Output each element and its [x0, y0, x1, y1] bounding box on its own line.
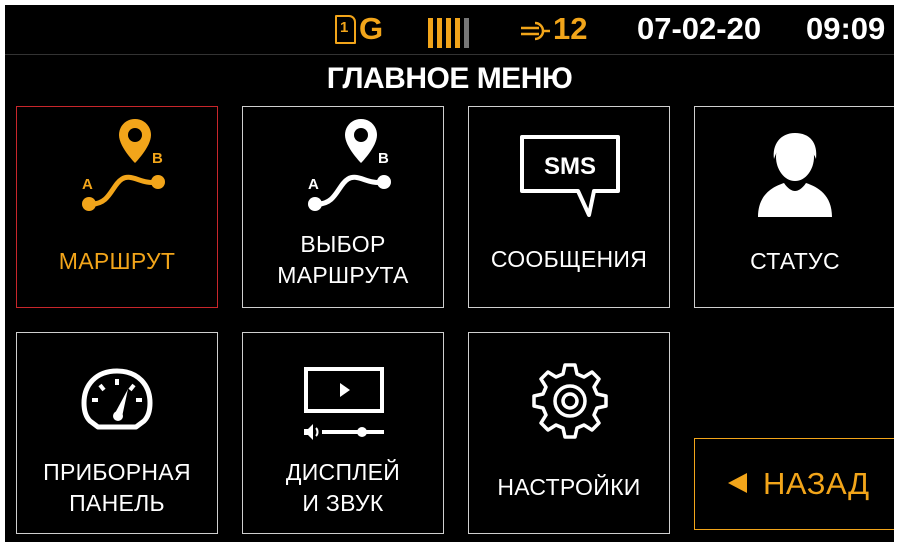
user-icon: [695, 107, 894, 217]
display-sound-icon: [243, 333, 443, 443]
date: 07-02-20: [637, 11, 762, 46]
signal-bar: [437, 18, 442, 48]
tile-label: СООБЩЕНИЯ: [469, 244, 669, 275]
route-point-a: A: [82, 176, 93, 193]
tile-label-line: ПАНЕЛЬ: [69, 490, 165, 516]
status-divider: [5, 54, 894, 55]
signal-bar: [455, 18, 460, 48]
signal-bar: [428, 18, 433, 48]
tile-label-line: ПРИБОРНАЯ: [43, 459, 191, 485]
tile-label-line: СТАТУС: [750, 248, 840, 274]
route-point-b: B: [152, 150, 163, 167]
tile-label-line: ДИСПЛЕЙ: [285, 459, 401, 485]
signal-bar: [464, 18, 469, 48]
gps-satellites: 12: [517, 11, 587, 47]
main-menu-screen: 1G 12 07-02-20 09:09 ГЛАВНОЕ МЕНЮ A B МА…: [5, 5, 894, 542]
sim-indicator: 1G: [335, 11, 383, 47]
tile-label: НАСТРОЙКИ: [469, 472, 669, 503]
route-pin-icon: A B: [17, 107, 217, 217]
route-point-a: A: [308, 176, 319, 193]
signal-bar: [446, 18, 451, 48]
signal-strength-icon: [428, 18, 473, 48]
tile-label: ДИСПЛЕЙ И ЗВУК: [243, 457, 443, 519]
menu-tile-messages[interactable]: SMS СООБЩЕНИЯ: [468, 106, 670, 308]
menu-tile-settings[interactable]: НАСТРОЙКИ: [468, 332, 670, 534]
time: 09:09: [806, 11, 886, 46]
sms-bubble-icon: SMS: [469, 107, 669, 217]
sim-slot-number: 1: [340, 19, 349, 36]
menu-tile-dashboard[interactable]: ПРИБОРНАЯ ПАНЕЛЬ: [16, 332, 218, 534]
back-button-label: НАЗАД: [763, 466, 870, 501]
tile-label: МАРШРУТ: [17, 246, 217, 277]
route-select-icon: A B: [243, 107, 443, 217]
tile-label: ВЫБОР МАРШРУТА: [243, 229, 443, 291]
tile-label-line: МАРШРУТ: [58, 248, 176, 274]
tile-label-line: ВЫБОР: [300, 231, 386, 257]
tile-label-line: И ЗВУК: [302, 490, 384, 516]
left-triangle-icon: [728, 473, 747, 493]
tile-label: ПРИБОРНАЯ ПАНЕЛЬ: [17, 457, 217, 519]
tile-label-line: СООБЩЕНИЯ: [490, 246, 648, 272]
menu-tile-route-select[interactable]: A B ВЫБОР МАРШРУТА: [242, 106, 444, 308]
route-point-b: B: [378, 150, 389, 167]
tile-label-line: НАСТРОЙКИ: [497, 474, 641, 500]
gear-icon: [469, 333, 669, 443]
satellite-count: 12: [553, 11, 588, 46]
tile-label: СТАТУС: [695, 246, 894, 277]
menu-tile-route[interactable]: A B МАРШРУТ: [16, 106, 218, 308]
back-button[interactable]: НАЗАД: [694, 438, 894, 530]
menu-tile-display-sound[interactable]: ДИСПЛЕЙ И ЗВУК: [242, 332, 444, 534]
speedometer-icon: [17, 333, 217, 443]
satellite-antenna-icon: [521, 21, 550, 41]
sim-card-icon: 1: [335, 15, 356, 44]
network-type: G: [359, 11, 384, 46]
tile-label-line: МАРШРУТА: [277, 262, 409, 288]
menu-tile-status[interactable]: СТАТУС: [694, 106, 894, 308]
page-title: ГЛАВНОЕ МЕНЮ: [326, 62, 573, 95]
sms-icon-text: SMS: [544, 153, 596, 180]
status-bar: 1G 12 07-02-20 09:09: [5, 5, 894, 55]
